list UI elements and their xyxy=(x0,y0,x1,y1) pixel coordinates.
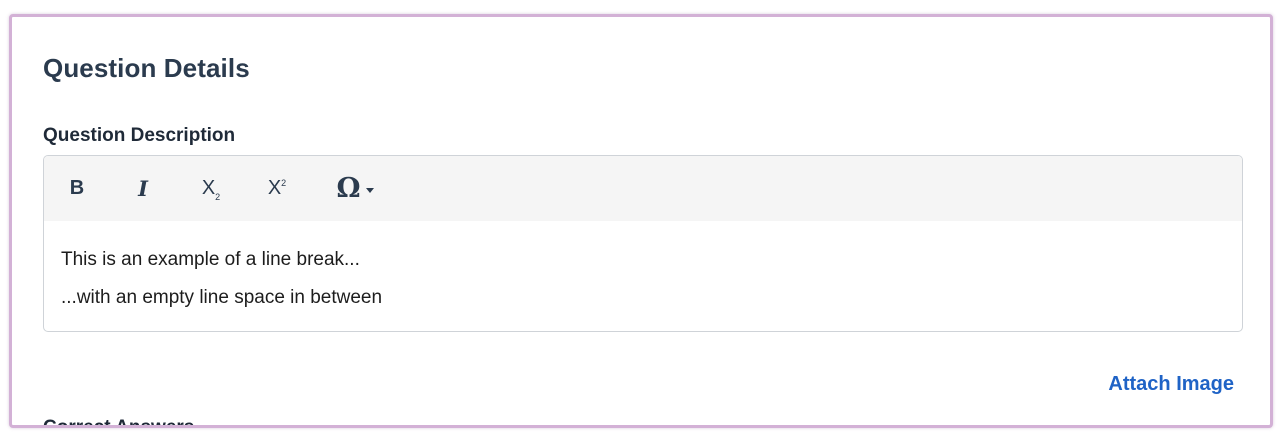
caret-down-icon xyxy=(365,187,374,193)
bold-icon: B xyxy=(69,176,85,199)
editor-line: This is an example of a line break... xyxy=(61,249,360,270)
attach-image-link[interactable]: Attach Image xyxy=(1108,373,1234,396)
bold-button[interactable]: B xyxy=(62,168,92,208)
section-title: Question Details xyxy=(43,53,250,83)
omega-icon: Ω xyxy=(336,172,361,204)
editor-toolbar: B I X2 X2 Ω xyxy=(44,156,1242,221)
subscript-icon: X2 xyxy=(201,176,221,202)
rich-text-editor: B I X2 X2 Ω This is an example of a line xyxy=(43,155,1243,332)
editor-content-area[interactable]: This is an example of a line break... ..… xyxy=(44,221,1242,331)
italic-icon: I xyxy=(138,175,148,201)
correct-answers-label: Correct Answers xyxy=(43,417,195,428)
subscript-button[interactable]: X2 xyxy=(194,168,228,208)
italic-button[interactable]: I xyxy=(128,168,158,208)
question-description-label: Question Description xyxy=(43,125,236,146)
editor-line: ...with an empty line space in between xyxy=(61,287,383,308)
superscript-icon: X2 xyxy=(267,176,287,199)
special-character-dropdown[interactable]: Ω xyxy=(328,168,382,208)
superscript-button[interactable]: X2 xyxy=(260,168,294,208)
question-details-panel: Question Details Question Description B … xyxy=(9,14,1273,428)
